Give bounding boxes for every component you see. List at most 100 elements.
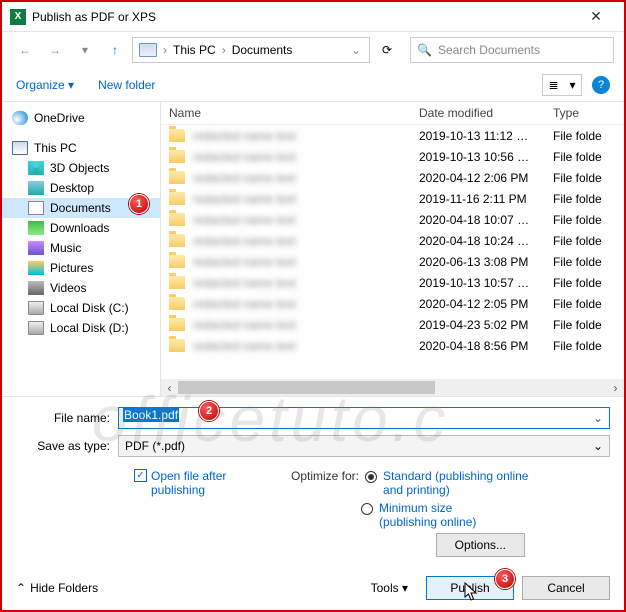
horizontal-scrollbar[interactable]: ‹ › xyxy=(161,379,624,396)
save-form: File name: Book1.pdf ⌄ Save as type: PDF… xyxy=(2,397,624,573)
table-row[interactable]: redacted name text2020-06-13 3:08 PMFile… xyxy=(161,251,624,272)
file-date: 2020-04-12 2:05 PM xyxy=(419,297,553,311)
file-name-blurred: redacted name text xyxy=(193,129,296,143)
file-date: 2019-10-13 10:56 … xyxy=(419,150,553,164)
callout-3: 3 xyxy=(495,569,515,589)
table-row[interactable]: redacted name text2019-11-16 2:11 PMFile… xyxy=(161,188,624,209)
organize-button[interactable]: Organize xyxy=(16,78,74,92)
folder-icon xyxy=(169,171,185,184)
file-type: File folde xyxy=(553,129,616,143)
tree-music[interactable]: Music xyxy=(2,238,160,258)
folder-icon xyxy=(169,129,185,142)
footer: ⌃ Hide Folders Tools Publish Cancel xyxy=(16,576,610,600)
file-name-blurred: redacted name text xyxy=(193,255,296,269)
chevron-right-icon[interactable]: › xyxy=(220,43,228,57)
search-icon: 🔍 xyxy=(417,43,432,57)
search-placeholder: Search Documents xyxy=(438,43,540,57)
folder-icon xyxy=(169,276,185,289)
hide-folders-button[interactable]: ⌃ Hide Folders xyxy=(16,581,98,595)
folder-icon xyxy=(169,318,185,331)
options-button[interactable]: Options... xyxy=(436,533,525,557)
file-type: File folde xyxy=(553,276,616,290)
radio-standard[interactable] xyxy=(365,471,377,483)
help-icon[interactable]: ? xyxy=(592,76,610,94)
file-date: 2020-04-18 10:24 … xyxy=(419,234,553,248)
file-date: 2019-10-13 11:12 … xyxy=(419,129,553,143)
table-row[interactable]: redacted name text2019-04-23 5:02 PMFile… xyxy=(161,314,624,335)
callout-2: 2 xyxy=(199,401,219,421)
filename-input[interactable]: Book1.pdf ⌄ xyxy=(118,407,610,429)
view-mode-button[interactable]: ≣▾ xyxy=(542,74,582,96)
file-date: 2020-04-18 8:56 PM xyxy=(419,339,553,353)
file-name-blurred: redacted name text xyxy=(193,234,296,248)
up-icon[interactable]: ↑ xyxy=(102,37,128,63)
folder-icon xyxy=(169,297,185,310)
table-row[interactable]: redacted name text2020-04-12 2:06 PMFile… xyxy=(161,167,624,188)
filename-label: File name: xyxy=(16,411,118,425)
recent-dropdown-icon[interactable]: ▾ xyxy=(72,37,98,63)
table-row[interactable]: redacted name text2020-04-18 10:07 …File… xyxy=(161,209,624,230)
close-icon[interactable]: ✕ xyxy=(576,8,616,25)
scroll-left-icon[interactable]: ‹ xyxy=(161,381,178,395)
filename-value: Book1.pdf xyxy=(123,408,179,422)
open-after-checkbox[interactable]: ✓ Open file after publishing xyxy=(134,469,241,557)
folder-icon xyxy=(169,213,185,226)
table-row[interactable]: redacted name text2019-10-13 10:56 …File… xyxy=(161,146,624,167)
download-icon xyxy=(28,221,44,235)
breadcrumb-documents[interactable]: Documents xyxy=(232,43,293,57)
tree-onedrive[interactable]: OneDrive xyxy=(2,108,160,128)
chevron-down-icon[interactable]: ⌄ xyxy=(349,43,363,57)
breadcrumb[interactable]: › This PC › Documents ⌄ xyxy=(132,37,370,63)
open-after-label: Open file after publishing xyxy=(151,469,241,497)
tree-videos[interactable]: Videos xyxy=(2,278,160,298)
file-list[interactable]: redacted name text2019-10-13 11:12 …File… xyxy=(161,125,624,379)
table-row[interactable]: redacted name text2020-04-12 2:05 PMFile… xyxy=(161,293,624,314)
radio-minimum[interactable] xyxy=(361,503,373,515)
scroll-right-icon[interactable]: › xyxy=(607,381,624,395)
file-header: Name Date modified Type xyxy=(161,102,624,125)
new-folder-button[interactable]: New folder xyxy=(98,78,155,92)
tree-thispc[interactable]: This PC xyxy=(2,138,160,158)
file-type: File folde xyxy=(553,234,616,248)
breadcrumb-thispc[interactable]: This PC xyxy=(173,43,216,57)
chevron-down-icon: ⌄ xyxy=(593,439,603,453)
col-date[interactable]: Date modified xyxy=(419,106,553,120)
tree-disk-d[interactable]: Local Disk (D:) xyxy=(2,318,160,338)
table-row[interactable]: redacted name text 2019-10-13 11:12 …File… xyxy=(161,125,624,146)
file-type: File folde xyxy=(553,318,616,332)
file-type: File folde xyxy=(553,213,616,227)
cube-icon xyxy=(28,161,44,175)
video-icon xyxy=(28,281,44,295)
explorer-pane: OneDrive This PC 3D Objects Desktop Docu… xyxy=(2,102,624,397)
col-type[interactable]: Type xyxy=(553,106,616,120)
file-date: 2019-04-23 5:02 PM xyxy=(419,318,553,332)
file-list-pane: Name Date modified Type redacted name te… xyxy=(160,102,624,396)
tools-button[interactable]: Tools xyxy=(371,581,408,595)
tree-downloads[interactable]: Downloads xyxy=(2,218,160,238)
cancel-button[interactable]: Cancel xyxy=(522,576,610,600)
chevron-right-icon[interactable]: › xyxy=(161,43,169,57)
tree-3d-objects[interactable]: 3D Objects xyxy=(2,158,160,178)
pc-icon xyxy=(139,43,157,57)
col-name[interactable]: Name xyxy=(169,106,419,120)
file-name-blurred: redacted name text xyxy=(193,213,296,227)
nav-tree: OneDrive This PC 3D Objects Desktop Docu… xyxy=(2,102,160,396)
folder-icon xyxy=(169,234,185,247)
table-row[interactable]: redacted name text2020-04-18 8:56 PMFile… xyxy=(161,335,624,356)
table-row[interactable]: redacted name text 2020-04-18 10:24 …File… xyxy=(161,230,624,251)
chevron-up-icon: ⌃ xyxy=(16,581,26,595)
search-input[interactable]: 🔍 Search Documents xyxy=(410,37,614,63)
music-icon xyxy=(28,241,44,255)
back-icon[interactable]: ← xyxy=(12,37,38,63)
tree-disk-c[interactable]: Local Disk (C:) xyxy=(2,298,160,318)
folder-icon xyxy=(169,150,185,163)
chevron-down-icon[interactable]: ⌄ xyxy=(593,411,603,425)
table-row[interactable]: redacted name text2019-10-13 10:57 …File… xyxy=(161,272,624,293)
file-date: 2019-10-13 10:57 … xyxy=(419,276,553,290)
tree-pictures[interactable]: Pictures xyxy=(2,258,160,278)
folder-icon xyxy=(169,255,185,268)
folder-icon xyxy=(169,339,185,352)
refresh-icon[interactable]: ⟳ xyxy=(374,43,400,57)
checkbox-checked-icon: ✓ xyxy=(134,469,147,482)
saveas-type-combo[interactable]: PDF (*.pdf) ⌄ xyxy=(118,435,610,457)
